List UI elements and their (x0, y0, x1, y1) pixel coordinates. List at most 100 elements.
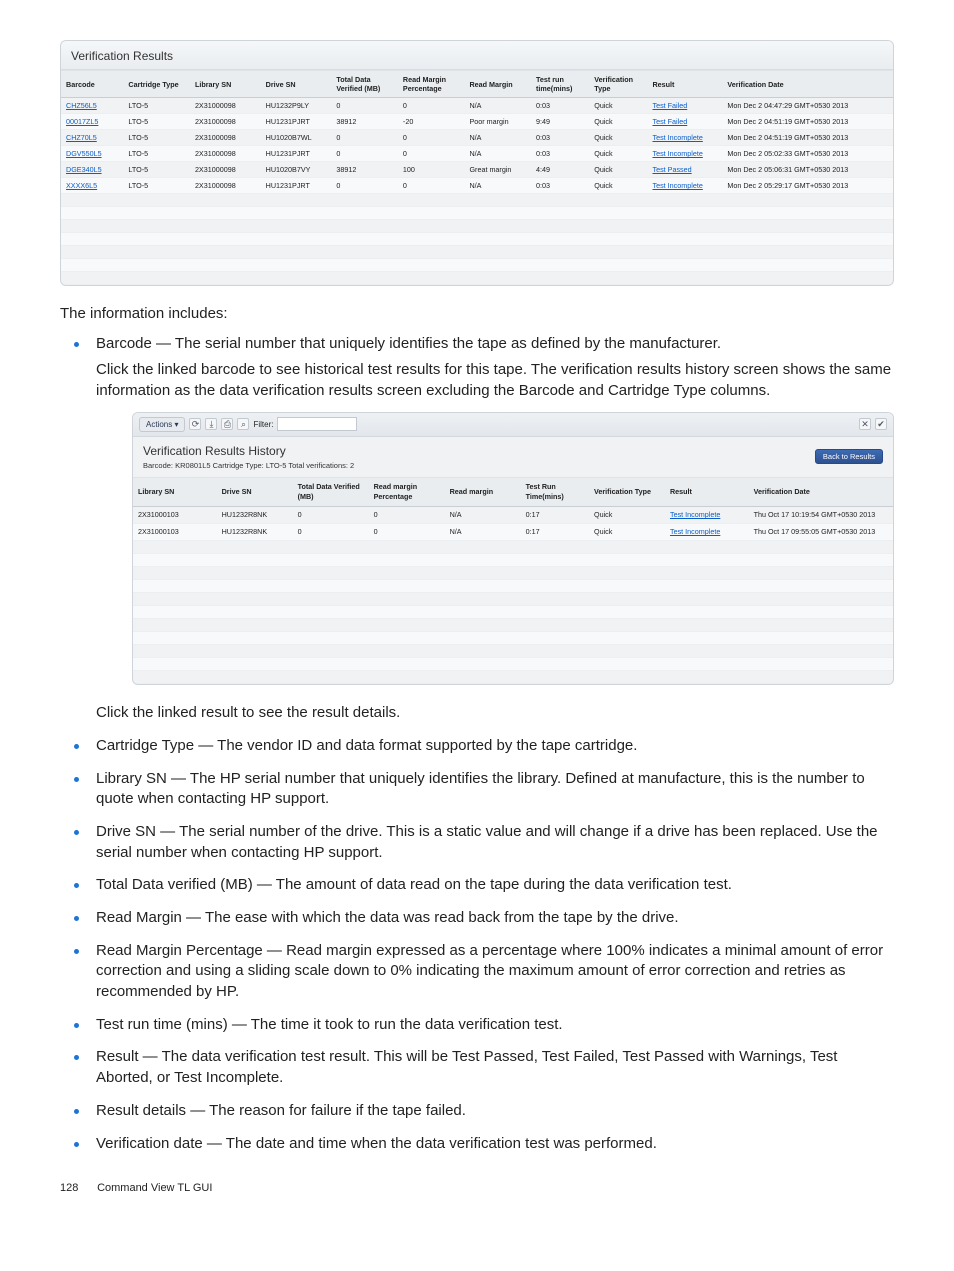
actions-menu[interactable]: Actions ▾ (139, 417, 185, 432)
col-verification-date[interactable]: Verification Date (722, 71, 893, 98)
page-number: 128 (60, 1182, 94, 1194)
col-barcode[interactable]: Barcode (61, 71, 123, 98)
refresh-icon[interactable]: ⟳ (189, 418, 201, 430)
cell: 2X31000098 (190, 114, 261, 130)
cell: 38912 (331, 162, 398, 178)
cell: 38912 (331, 114, 398, 130)
result-link[interactable]: Test Incomplete (670, 527, 720, 536)
history-table: Library SN Drive SN Total Data Verified … (133, 477, 893, 684)
result-link[interactable]: Test Passed (652, 165, 691, 174)
li-verification-date: Verification date — The date and time wh… (60, 1134, 894, 1155)
col-library-sn[interactable]: Library SN (190, 71, 261, 98)
cell: LTO-5 (123, 146, 190, 162)
hcol-result[interactable]: Result (665, 478, 749, 507)
cell: Quick (589, 114, 647, 130)
col-drive-sn[interactable]: Drive SN (261, 71, 332, 98)
export-icon[interactable]: ⤓ (205, 418, 217, 430)
hcol-verification-type[interactable]: Verification Type (589, 478, 665, 507)
li-read-margin: Read Margin — The ease with which the da… (60, 908, 894, 929)
result-link[interactable]: Test Incomplete (670, 510, 720, 519)
cell: 0 (398, 178, 465, 194)
history-toolbar: Actions ▾ ⟳ ⤓ ⎙ ⌕ Filter: ✕ ✔ (133, 413, 893, 437)
cell: LTO-5 (123, 114, 190, 130)
apply-filter-icon[interactable]: ✔ (875, 418, 887, 430)
table-row: CHZ56L5 LTO-5 2X31000098 HU1232P9LY 0 0 … (61, 98, 893, 114)
filter-input[interactable] (277, 417, 357, 431)
hcol-read-margin[interactable]: Read margin (445, 478, 521, 507)
li-test-run-time: Test run time (mins) — The time it took … (60, 1015, 894, 1036)
result-link[interactable]: Test Failed (652, 117, 687, 126)
cell: 0 (331, 98, 398, 114)
hcol-rmp[interactable]: Read margin Percentage (369, 478, 445, 507)
col-read-margin[interactable]: Read Margin (464, 71, 531, 98)
cell: N/A (464, 130, 531, 146)
cell: 2X31000098 (190, 178, 261, 194)
barcode-link[interactable]: 00017ZL5 (66, 117, 98, 126)
col-test-run-time[interactable]: Test run time(mins) (531, 71, 589, 98)
cell: HU1231PJRT (261, 114, 332, 130)
hcol-total-data[interactable]: Total Data Verified (MB) (293, 478, 369, 507)
barcode-link[interactable]: CHZ70L5 (66, 133, 97, 142)
li-click-result: Click the linked result to see the resul… (96, 703, 894, 724)
cell: LTO-5 (123, 178, 190, 194)
barcode-link[interactable]: CHZ56L5 (66, 101, 97, 110)
hcol-library-sn[interactable]: Library SN (133, 478, 217, 507)
cell: 2X31000103 (133, 524, 217, 541)
cell: 9:49 (531, 114, 589, 130)
cell: Thu Oct 17 09:55:05 GMT+0530 2013 (749, 524, 893, 541)
cell: Mon Dec 2 05:29:17 GMT+0530 2013 (722, 178, 893, 194)
result-link[interactable]: Test Incomplete (652, 133, 702, 142)
result-link[interactable]: Test Incomplete (652, 181, 702, 190)
li-barcode-lead: Barcode — The serial number that uniquel… (96, 335, 721, 352)
result-link[interactable]: Test Incomplete (652, 149, 702, 158)
cell: 0 (331, 146, 398, 162)
li-result: Result — The data verification test resu… (60, 1047, 894, 1088)
li-barcode-sub: Click the linked barcode to see historic… (96, 360, 894, 401)
hcol-test-run-time[interactable]: Test Run Time(mins) (521, 478, 589, 507)
cell: 0 (293, 524, 369, 541)
col-rmp[interactable]: Read Margin Percentage (398, 71, 465, 98)
cell: 0:03 (531, 146, 589, 162)
hcol-verification-date[interactable]: Verification Date (749, 478, 893, 507)
cell: 0:03 (531, 98, 589, 114)
cell: Quick (589, 130, 647, 146)
table-row: DGV550L5 LTO-5 2X31000098 HU1231PJRT 0 0… (61, 146, 893, 162)
cell: HU1232R8NK (217, 507, 293, 524)
verification-results-table: Barcode Cartridge Type Library SN Drive … (61, 70, 893, 285)
col-result[interactable]: Result (647, 71, 722, 98)
filter-icon[interactable]: ⌕ (237, 418, 249, 430)
cell: 0 (398, 98, 465, 114)
cell: Great margin (464, 162, 531, 178)
cell: HU1232P9LY (261, 98, 332, 114)
print-icon[interactable]: ⎙ (221, 418, 233, 430)
section-title: Command View TL GUI (97, 1182, 212, 1194)
col-verification-type[interactable]: Verification Type (589, 71, 647, 98)
verification-results-title: Verification Results (61, 41, 893, 70)
table-row: 2X31000103 HU1232R8NK 0 0 N/A 0:17 Quick… (133, 507, 893, 524)
cell: 0 (331, 178, 398, 194)
cell: HU1231PJRT (261, 178, 332, 194)
clear-filter-icon[interactable]: ✕ (859, 418, 871, 430)
back-to-results-button[interactable]: Back to Results (815, 449, 883, 464)
cell: N/A (464, 178, 531, 194)
barcode-link[interactable]: XXXX6L5 (66, 181, 97, 190)
table-row: DGE340L5 LTO-5 2X31000098 HU1020B7VY 389… (61, 162, 893, 178)
barcode-link[interactable]: DGE340L5 (66, 165, 102, 174)
barcode-link[interactable]: DGV550L5 (66, 149, 102, 158)
cell: 0 (369, 524, 445, 541)
cell: N/A (445, 507, 521, 524)
li-drive-sn: Drive SN — The serial number of the driv… (60, 822, 894, 863)
cell: 100 (398, 162, 465, 178)
cell: Quick (589, 162, 647, 178)
col-cartridge-type[interactable]: Cartridge Type (123, 71, 190, 98)
cell: HU1020B7WL (261, 130, 332, 146)
cell: Quick (589, 146, 647, 162)
result-link[interactable]: Test Failed (652, 101, 687, 110)
li-barcode: Barcode — The serial number that uniquel… (60, 334, 894, 724)
cell: 0 (398, 146, 465, 162)
cell: 2X31000098 (190, 98, 261, 114)
cell: 2X31000103 (133, 507, 217, 524)
hcol-drive-sn[interactable]: Drive SN (217, 478, 293, 507)
page-footer: 128 Command View TL GUI (60, 1182, 894, 1194)
col-total-data[interactable]: Total Data Verified (MB) (331, 71, 398, 98)
